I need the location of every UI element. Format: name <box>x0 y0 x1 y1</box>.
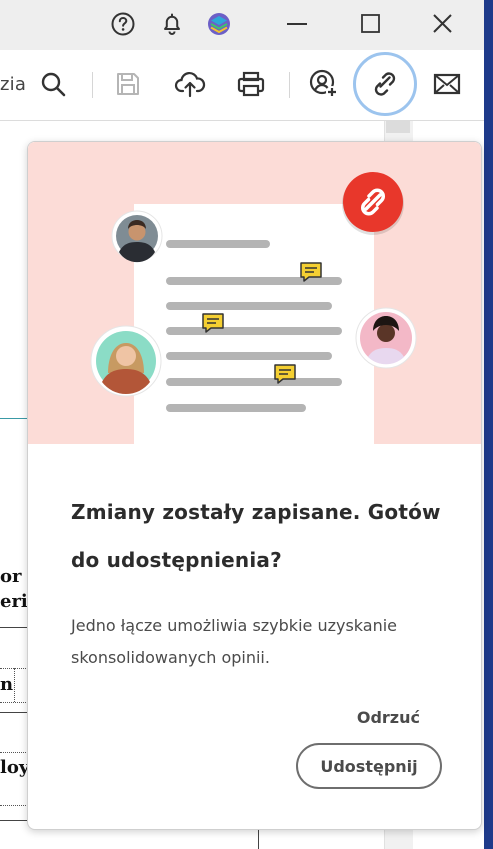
doc-rule <box>0 820 28 821</box>
profile-icon[interactable] <box>205 10 233 38</box>
doc-fragment: n <box>0 674 14 695</box>
close-icon[interactable] <box>422 8 462 40</box>
toolbar-partial-label[interactable]: zia <box>0 74 26 95</box>
link-badge-icon <box>342 172 404 235</box>
bell-icon[interactable] <box>158 10 186 38</box>
share-button[interactable]: Udostępnij <box>296 743 442 789</box>
share-illustration <box>28 142 481 449</box>
title-bar <box>0 0 484 50</box>
doc-dotted-line <box>14 668 15 702</box>
link-icon <box>374 72 396 96</box>
save-icon[interactable] <box>111 67 145 101</box>
doc-dotted-line <box>0 752 28 753</box>
upload-cloud-icon[interactable] <box>173 67 207 101</box>
doc-fragment: loy <box>0 757 30 778</box>
share-dialog: Zmiany zostały zapisane. Gotów do udostę… <box>27 141 482 830</box>
maximize-icon[interactable] <box>350 8 390 40</box>
dialog-title: Zmiany zostały zapisane. Gotów do udostę… <box>71 500 441 572</box>
doc-rule <box>0 627 28 628</box>
doc-dotted-line <box>0 805 28 806</box>
add-person-icon[interactable] <box>307 67 341 101</box>
share-link-button[interactable] <box>353 52 417 116</box>
doc-fragment: or <box>0 566 22 587</box>
doc-rule <box>0 418 28 419</box>
toolbar-separator <box>92 72 93 98</box>
avatar-man-icon <box>111 210 163 263</box>
mail-icon[interactable] <box>430 67 464 101</box>
dialog-body: Jedno łącze umożliwia szybkie uzyskanie … <box>71 616 397 667</box>
doc-rule <box>258 828 259 849</box>
help-icon[interactable] <box>109 10 137 38</box>
window-edge <box>484 0 493 849</box>
toolbar-separator <box>289 72 290 98</box>
doc-rule <box>0 712 28 713</box>
dismiss-button[interactable]: Odrzuć <box>328 702 420 734</box>
print-icon[interactable] <box>234 67 268 101</box>
doc-dotted-line <box>0 702 28 703</box>
avatar-woman-icon <box>90 325 162 397</box>
avatar-person-icon <box>355 307 417 369</box>
search-icon[interactable] <box>36 67 70 101</box>
minimize-icon[interactable] <box>277 8 317 40</box>
scrollbar-thumb[interactable] <box>386 121 410 133</box>
